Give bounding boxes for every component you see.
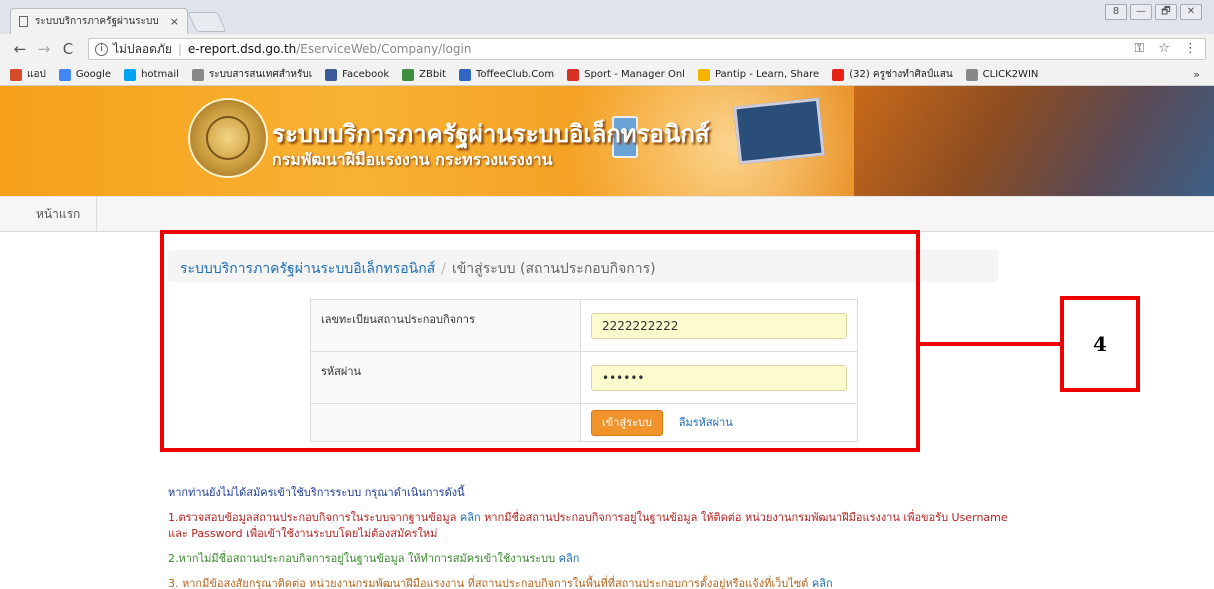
- star-icon[interactable]: ☆: [1158, 41, 1170, 56]
- bookmark-item[interactable]: Facebook: [325, 68, 390, 81]
- forward-arrow-icon[interactable]: →: [34, 40, 54, 58]
- bookmark-item[interactable]: Pantip - Learn, Share: [697, 68, 820, 81]
- info-step1-line2: และ Password เพื่อเข้าใช้งานระบบโดยไม่ต้…: [168, 527, 438, 540]
- url-path: /EserviceWeb/Company/login: [296, 42, 472, 56]
- user-profile-button[interactable]: 8: [1105, 4, 1127, 20]
- apps-grid-icon: [10, 68, 22, 81]
- bookmark-label: hotmail: [141, 69, 179, 80]
- bookmark-item[interactable]: Google: [58, 68, 112, 81]
- bookmark-item[interactable]: Sport - Manager Onl: [567, 68, 685, 81]
- bookmark-item[interactable]: (32) ครูช่างทำศิลป์แสน: [832, 67, 953, 82]
- annotation-highlight-box: [160, 230, 920, 452]
- key-icon[interactable]: ⚿: [1134, 41, 1144, 56]
- address-separator: |: [177, 42, 182, 56]
- info-step3-text: 3. หากมีข้อสงสัยกรุณาติดต่อ หน่วยงานกรมพ…: [168, 577, 809, 589]
- page-icon: [19, 16, 28, 27]
- bookmark-label: ToffeeClub.Com: [475, 69, 555, 80]
- bookmark-item[interactable]: ระบบสารสนเทศสำหรับเ: [191, 67, 313, 82]
- info-step1-text: 1.ตรวจสอบข้อมูลสถานประกอบกิจการในระบบจาก…: [168, 511, 457, 524]
- page-icon: [965, 68, 978, 81]
- bookmark-label: Sport - Manager Onl: [584, 69, 685, 80]
- banner-subtitle: กรมพัฒนาฝีมือแรงงาน กระทรวงแรงงาน: [272, 150, 553, 169]
- back-arrow-icon[interactable]: ←: [10, 40, 30, 58]
- tab-title: ระบบบริการภาครัฐผ่านระบบ: [35, 16, 159, 27]
- google-icon: [58, 68, 71, 81]
- menu-item-home[interactable]: หน้าแรก: [20, 197, 98, 231]
- main-menu: หน้าแรก: [0, 196, 1214, 232]
- address-bar[interactable]: i ไม่ปลอดภัย | e-report.dsd.go.th /Eserv…: [88, 38, 1206, 60]
- info-step3-link[interactable]: คลิก: [812, 577, 833, 589]
- info-step1-text-b: หากมีชื่อสถานประกอบกิจการอยู่ในฐานข้อมูล…: [484, 511, 1008, 524]
- bookmark-label: ระบบสารสนเทศสำหรับเ: [208, 69, 313, 80]
- site-banner: ระบบบริการภาครัฐผ่านระบบอิเล็กทรอนิกส์ ก…: [0, 86, 1214, 196]
- bookmarks-bar: แอป Google hotmail ระบบสารสนเทศสำหรับเ Faceb…: [0, 64, 1214, 86]
- banner-photo: [854, 86, 1214, 196]
- new-tab-button[interactable]: [187, 12, 227, 32]
- pantip-icon: [697, 68, 710, 81]
- bookmark-item[interactable]: ToffeeClub.Com: [458, 68, 555, 81]
- info-step2-text: 2.หากไม่มีชื่อสถานประกอบกิจการอยู่ในฐานข…: [168, 552, 556, 565]
- bookmark-label: ZBbit: [419, 69, 446, 80]
- bookmark-item[interactable]: ZBbit: [402, 68, 446, 81]
- info-step1-link[interactable]: คลิก: [460, 511, 481, 524]
- info-intro: หากท่านยังไม่ได้สมัครเข้าใช้บริการระบบ ก…: [168, 486, 465, 499]
- bookmark-label: แอป: [27, 69, 46, 80]
- browser-toolbar: ← → C i ไม่ปลอดภัย | e-report.dsd.go.th …: [0, 34, 1214, 64]
- windows-icon: [124, 68, 137, 81]
- more-bookmarks-icon[interactable]: »: [1193, 68, 1200, 81]
- bookmark-label: (32) ครูช่างทำศิลป์แสน: [849, 69, 953, 80]
- annotation-callout: 4: [1060, 296, 1140, 392]
- maximize-button[interactable]: 🗗: [1155, 4, 1177, 20]
- bookmark-label: CLICK2WIN: [982, 69, 1039, 80]
- url-host: e-report.dsd.go.th: [187, 42, 297, 56]
- department-seal-logo: [188, 98, 268, 178]
- close-tab-icon[interactable]: ×: [170, 15, 179, 28]
- browser-tab-strip: ระบบบริการภาครัฐผ่านระบบ × 8 — 🗗 ✕: [0, 0, 1214, 34]
- bookmark-item[interactable]: แอป: [10, 67, 46, 82]
- security-label: ไม่ปลอดภัย: [113, 41, 172, 56]
- minimize-button[interactable]: —: [1130, 4, 1152, 20]
- bookmark-item[interactable]: CLICK2WIN: [965, 68, 1039, 81]
- omnibox-actions: ⚿ ☆ ⋮: [1134, 41, 1197, 56]
- facebook-icon: [325, 68, 338, 81]
- annotation-connector-line: [920, 342, 1060, 346]
- info-step2: 2.หากไม่มีชื่อสถานประกอบกิจการอยู่ในฐานข…: [168, 549, 579, 567]
- bookmark-label: Facebook: [342, 69, 390, 80]
- close-window-button[interactable]: ✕: [1180, 4, 1202, 20]
- toffee-icon: [458, 68, 471, 81]
- reload-icon[interactable]: C: [58, 40, 78, 58]
- bookmark-item[interactable]: hotmail: [124, 68, 179, 81]
- laptop-image: [733, 97, 825, 165]
- bookmark-label: Pantip - Learn, Share: [714, 69, 820, 80]
- window-controls: 8 — 🗗 ✕: [1105, 4, 1202, 20]
- info-step2-link[interactable]: คลิก: [559, 552, 580, 565]
- page-icon: [191, 68, 204, 81]
- info-step3: 3. หากมีข้อสงสัยกรุณาติดต่อ หน่วยงานกรมพ…: [168, 574, 833, 589]
- gmail-icon: [567, 68, 580, 81]
- menu-dots-icon[interactable]: ⋮: [1184, 41, 1197, 56]
- info-icon[interactable]: i: [95, 42, 108, 56]
- browser-tab[interactable]: ระบบบริการภาครัฐผ่านระบบ ×: [10, 8, 188, 34]
- bookmark-label: Google: [75, 69, 112, 80]
- zbbit-icon: [402, 68, 415, 81]
- youtube-icon: [832, 68, 845, 81]
